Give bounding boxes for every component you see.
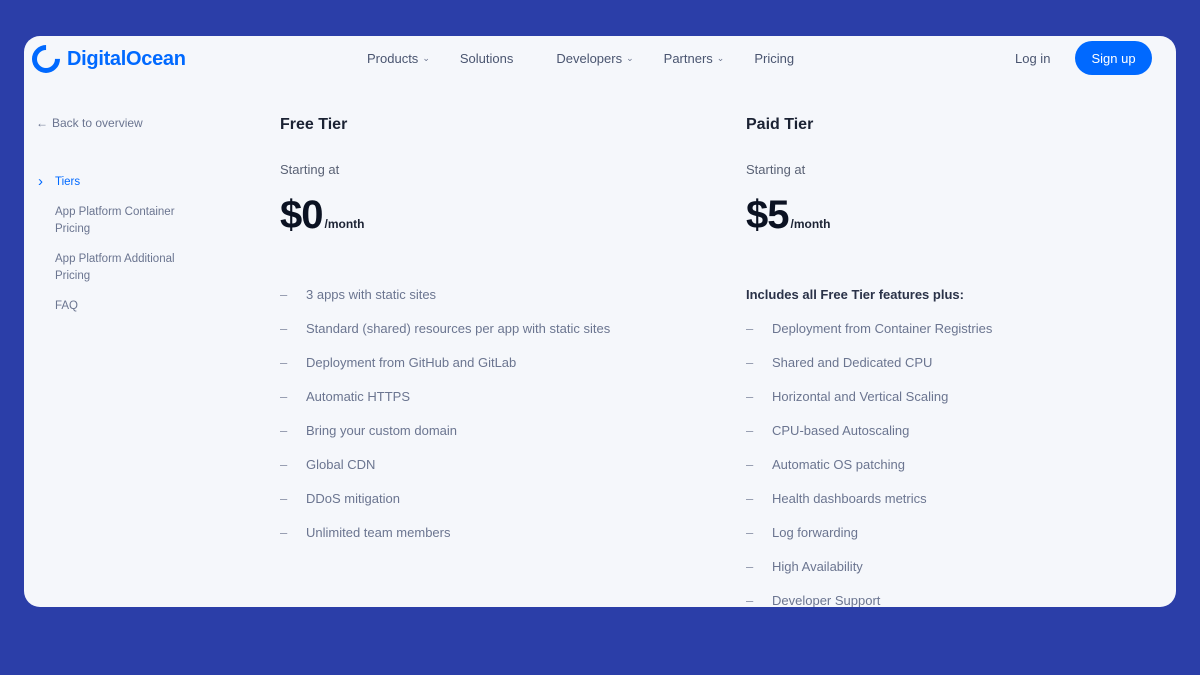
feature-text: Log forwarding — [772, 524, 858, 540]
free-feature-list: – 3 apps with static sites – Standard (shar… — [280, 277, 610, 549]
feature-item: – 3 apps with static sites — [280, 277, 610, 311]
nav-label: Developers — [556, 51, 623, 66]
feature-text: Unlimited team members — [306, 524, 451, 540]
back-label: Back to overview — [52, 116, 143, 130]
logo[interactable]: DigitalOcean — [26, 39, 186, 79]
feature-item: – Standard (shared) resources per app wit… — [280, 311, 610, 345]
feature-item: – DDoS mitigation — [280, 481, 610, 515]
feature-text: Global CDN — [306, 456, 376, 472]
feature-text: Deployment from GitHub and GitLab — [306, 354, 517, 370]
nav-label: Pricing — [754, 51, 795, 66]
paid-starting-label: Starting at — [746, 162, 806, 177]
chevron-down-icon: ⌄ — [422, 53, 430, 63]
feature-item: – Automatic HTTPS — [280, 379, 610, 413]
feature-text: Automatic OS patching — [772, 456, 905, 472]
feature-item: – Automatic OS patching — [746, 447, 992, 481]
dash-icon: – — [280, 422, 288, 438]
feature-item: – Bring your custom domain — [280, 413, 610, 447]
dash-icon: – — [280, 388, 288, 404]
arrow-left-icon: ← — [36, 116, 48, 130]
dash-icon: – — [280, 490, 288, 506]
feature-text: CPU-based Autoscaling — [772, 422, 910, 438]
login-link[interactable]: Log in — [1015, 51, 1050, 66]
free-starting-label: Starting at — [280, 162, 340, 177]
sidebar-item-faq[interactable]: FAQ — [36, 298, 206, 315]
nav-label: Products — [367, 51, 419, 66]
main-nav: Products ⌄ Solutions Developers ⌄ Partne… — [367, 51, 794, 66]
nav-partners[interactable]: Partners ⌄ — [664, 51, 725, 66]
feature-item: – Horizontal and Vertical Scaling — [746, 379, 992, 413]
free-tier-column: Free Tier Starting at $0 /month — [280, 116, 365, 238]
dash-icon: – — [746, 558, 754, 574]
dash-icon: – — [746, 490, 754, 506]
dash-icon: – — [746, 456, 754, 472]
feature-item: – Health dashboards metrics — [746, 481, 992, 515]
feature-item: – Shared and Dedicated CPU — [746, 345, 992, 379]
feature-item: – High Availability — [746, 549, 992, 583]
feature-text: High Availability — [772, 558, 863, 574]
paid-price: $5 /month — [746, 193, 831, 238]
dash-icon: – — [746, 320, 754, 336]
feature-text: Developer Support — [772, 592, 881, 608]
chevron-down-icon: ⌄ — [626, 53, 634, 63]
nav-solutions[interactable]: Solutions — [460, 51, 513, 66]
paid-tier-column: Paid Tier Starting at $5 /month — [746, 116, 831, 238]
feature-text: Health dashboards metrics — [772, 490, 927, 506]
dash-icon: – — [280, 286, 288, 302]
feature-item: – Deployment from Container Registries — [746, 311, 992, 345]
dash-icon: – — [746, 592, 754, 608]
free-price-value: $0 — [280, 193, 323, 237]
paid-feature-list: – Deployment from Container Registries – Sh… — [746, 311, 992, 608]
sidebar-item-tiers[interactable]: Tiers — [36, 173, 206, 191]
dash-icon: – — [280, 456, 288, 472]
browser-window: DigitalOcean Products ⌄ Solutions Develo… — [24, 36, 1176, 607]
site-header: DigitalOcean Products ⌄ Solutions Develo… — [24, 36, 1176, 82]
dash-icon: – — [746, 354, 754, 370]
nav-pricing[interactable]: Pricing — [754, 51, 794, 66]
feature-text: Shared and Dedicated CPU — [772, 354, 933, 370]
nav-label: Solutions — [459, 51, 514, 66]
feature-text: Deployment from Container Registries — [772, 320, 993, 336]
back-link[interactable]: ← Back to overview — [36, 116, 236, 130]
feature-text: Automatic HTTPS — [306, 388, 411, 404]
feature-text: Standard (shared) resources per app with… — [306, 320, 611, 336]
dash-icon: – — [280, 524, 288, 540]
brand-name: DigitalOcean — [67, 47, 186, 70]
feature-text: Bring your custom domain — [306, 422, 458, 438]
sidebar: ← Back to overview Tiers App Platform Co… — [36, 116, 236, 328]
feature-item: – CPU-based Autoscaling — [746, 413, 992, 447]
feature-item: – Deployment from GitHub and GitLab — [280, 345, 610, 379]
feature-text: Horizontal and Vertical Scaling — [772, 388, 949, 404]
digitalocean-logo-icon — [26, 39, 66, 79]
dash-icon: – — [746, 524, 754, 540]
feature-item: – Global CDN — [280, 447, 610, 481]
free-price: $0 /month — [280, 193, 365, 238]
dash-icon: – — [746, 388, 754, 404]
sidebar-item-additional-pricing[interactable]: App Platform Additional Pricing — [36, 251, 206, 285]
feature-item: – Unlimited team members — [280, 515, 610, 549]
feature-item: – Developer Support — [746, 583, 992, 608]
feature-text: DDoS mitigation — [306, 490, 400, 506]
paid-price-period: /month — [790, 217, 831, 231]
feature-text: 3 apps with static sites — [306, 286, 437, 302]
sidebar-list: Tiers App Platform Container Pricing App… — [36, 173, 236, 315]
nav-label: Partners — [663, 51, 713, 66]
signup-button[interactable]: Sign up — [1075, 41, 1152, 75]
free-tier-title: Free Tier — [280, 116, 348, 133]
dash-icon: – — [746, 422, 754, 438]
paid-features-lead: Includes all Free Tier features plus: — [746, 287, 964, 302]
paid-tier-title: Paid Tier — [746, 116, 814, 133]
sidebar-item-container-pricing[interactable]: App Platform Container Pricing — [36, 204, 206, 238]
paid-price-value: $5 — [746, 193, 789, 237]
free-price-period: /month — [324, 217, 365, 231]
feature-item: – Log forwarding — [746, 515, 992, 549]
dash-icon: – — [280, 354, 288, 370]
dash-icon: – — [280, 320, 288, 336]
nav-products[interactable]: Products ⌄ — [367, 51, 430, 66]
chevron-down-icon: ⌄ — [716, 53, 725, 63]
nav-developers[interactable]: Developers ⌄ — [556, 51, 633, 66]
